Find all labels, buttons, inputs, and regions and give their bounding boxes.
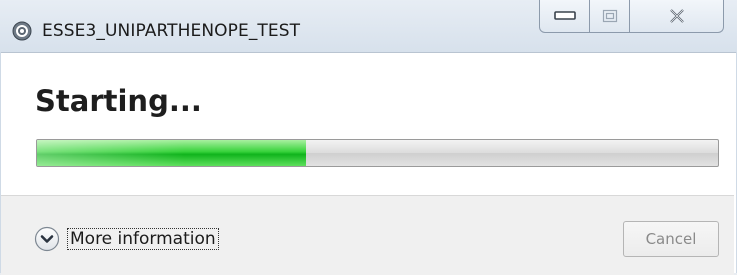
more-information-toggle[interactable]: More information (34, 226, 219, 252)
maximize-button[interactable] (590, 0, 630, 32)
more-information-label[interactable]: More information (67, 228, 219, 250)
window-title: ESSE3_UNIPARTHENOPE_TEST (42, 21, 301, 41)
cancel-button[interactable]: Cancel (623, 221, 719, 257)
java-web-start-icon (12, 21, 32, 41)
close-button[interactable] (630, 0, 723, 32)
close-icon (669, 9, 684, 23)
window-controls (539, 0, 724, 33)
minimize-icon (553, 11, 576, 20)
progress-fill (37, 140, 306, 166)
launcher-window: ESSE3_UNIPARTHENOPE_TEST Starting... Mor… (0, 0, 737, 275)
progress-bar (36, 139, 719, 167)
status-heading: Starting... (35, 84, 202, 118)
maximize-icon (602, 9, 617, 23)
footer-bar: More information Cancel (1, 195, 734, 275)
minimize-button[interactable] (540, 0, 590, 32)
chevron-down-icon[interactable] (34, 226, 60, 252)
title-bar[interactable]: ESSE3_UNIPARTHENOPE_TEST (0, 0, 737, 52)
content-panel: Starting... More information Cancel (1, 52, 736, 275)
